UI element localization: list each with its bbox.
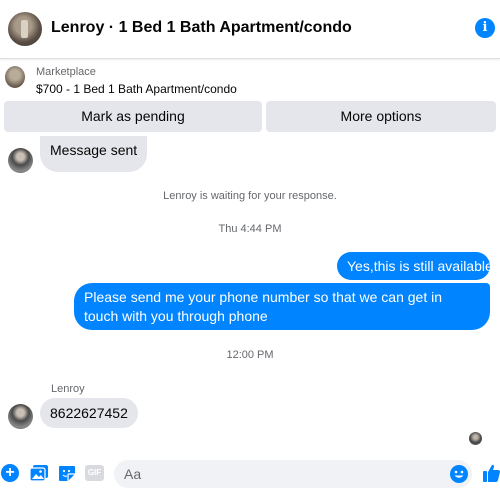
sticker-icon[interactable]	[58, 465, 76, 482]
listing-thumbnail	[5, 66, 25, 88]
photo-icon[interactable]	[30, 465, 48, 481]
message-input[interactable]	[114, 460, 472, 488]
sender-avatar[interactable]	[8, 148, 33, 173]
mark-as-pending-button[interactable]: Mark as pending	[4, 101, 262, 132]
message-timestamp: 12:00 PM	[226, 349, 274, 361]
info-icon[interactable]: i	[475, 18, 495, 38]
more-options-button[interactable]: More options	[266, 101, 496, 132]
seen-indicator-avatar	[469, 432, 482, 445]
sender-avatar[interactable]	[8, 404, 33, 429]
conversation-header: Lenroy · 1 Bed 1 Bath Apartment/condo i	[0, 0, 500, 59]
message-bubble-outgoing: Yes,this is still available	[337, 252, 493, 280]
gif-icon[interactable]: GIF	[85, 465, 104, 481]
message-bubble-incoming: 8622627452	[40, 398, 138, 428]
listing-price-title: $700 - 1 Bed 1 Bath Apartment/condo	[36, 82, 237, 96]
message-bubble-incoming: Message sent	[40, 136, 148, 172]
sender-name: Lenroy	[51, 383, 85, 395]
listing-source-label: Marketplace	[36, 66, 96, 78]
marketplace-listing[interactable]: Marketplace $700 - 1 Bed 1 Bath Apartmen…	[0, 60, 500, 100]
conversation-title[interactable]: Lenroy · 1 Bed 1 Bath Apartment/condo	[51, 19, 352, 37]
emoji-icon[interactable]	[450, 465, 468, 483]
like-icon[interactable]	[483, 464, 500, 482]
message-composer: + GIF	[0, 458, 500, 490]
plus-icon[interactable]: +	[1, 464, 19, 482]
message-timestamp: Thu 4:44 PM	[218, 223, 282, 235]
message-bubble-outgoing: Please send me your phone number so that…	[74, 283, 490, 330]
header-avatar[interactable]	[8, 12, 42, 46]
system-message: Lenroy is waiting for your response.	[163, 190, 337, 202]
